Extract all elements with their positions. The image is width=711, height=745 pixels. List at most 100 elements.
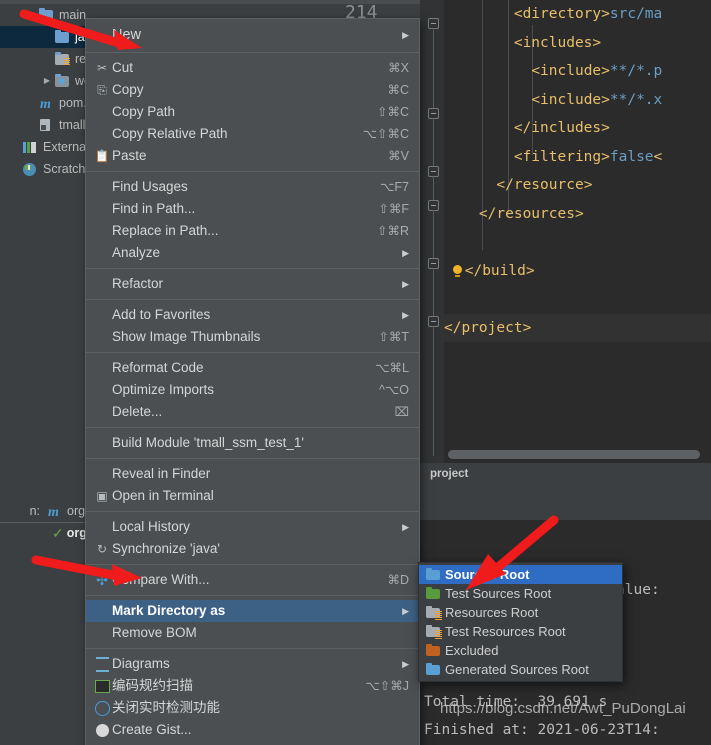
menu-item-diagrams[interactable]: Diagrams ▶ xyxy=(86,653,419,675)
menu-item-label: Reveal in Finder xyxy=(112,466,211,481)
submenu-item-test-resources-root[interactable]: Test Resources Root xyxy=(419,622,622,641)
code-line: <include>**/*.x xyxy=(444,86,711,115)
test-resources-root-folder-icon xyxy=(423,624,445,640)
menu-item-cut[interactable]: ✂ Cut ⌘X xyxy=(86,57,419,79)
menu-item-reveal-in-finder[interactable]: Reveal in Finder xyxy=(86,463,419,485)
context-menu[interactable]: New ▶ ✂ Cut ⌘X ⎘ Copy ⌘C Copy Path ⇧⌘C Copy Relati… xyxy=(85,18,420,745)
compare-icon: ✣ xyxy=(96,572,108,588)
fold-guide xyxy=(433,176,434,200)
libraries-icon xyxy=(22,139,38,155)
maven-panel-label: n: xyxy=(29,504,40,518)
code-line: </project> xyxy=(444,314,711,343)
menu-item-label: Paste xyxy=(112,148,147,163)
menu-item-label: Copy xyxy=(112,82,144,97)
chevron-right-icon: ▶ xyxy=(402,606,409,616)
code-token: <include> xyxy=(531,91,610,108)
chevron-right-icon: ▶ xyxy=(402,659,409,669)
menu-item-new[interactable]: New ▶ xyxy=(86,22,419,48)
menu-item-open-in-terminal[interactable]: ▣ Open in Terminal xyxy=(86,485,419,507)
submenu-item-excluded[interactable]: Excluded xyxy=(419,641,622,660)
mark-directory-as-submenu[interactable]: Sources Root Test Sources Root Resources R… xyxy=(418,562,623,682)
menu-item-find-usages[interactable]: Find Usages ⌥F7 xyxy=(86,176,419,198)
menu-item-关闭实时检测功能[interactable]: 关闭实时检测功能 xyxy=(86,697,419,719)
editor-hscrollbar-thumb[interactable] xyxy=(448,450,700,459)
submenu-item-generated-sources-root[interactable]: Generated Sources Root xyxy=(419,660,622,679)
menu-item-shortcut: ⌥⇧⌘J xyxy=(365,679,409,693)
submenu-item-test-sources-root[interactable]: Test Sources Root xyxy=(419,584,622,603)
menu-item-local-history[interactable]: Local History ▶ xyxy=(86,516,419,538)
code-token: < xyxy=(653,148,663,165)
menu-item-show-image-thumbnails[interactable]: Show Image Thumbnails ⇧⌘T xyxy=(86,326,419,348)
menu-item-编码规约扫描[interactable]: 编码规约扫描 ⌥⇧⌘J xyxy=(86,675,419,697)
menu-item-copy[interactable]: ⎘ Copy ⌘C xyxy=(86,79,419,101)
menu-item-label: Copy Relative Path xyxy=(112,126,228,141)
disable-icon xyxy=(92,700,112,716)
menu-item-optimize-imports[interactable]: Optimize Imports ^⌥O xyxy=(86,379,419,401)
editor-breadcrumb[interactable]: project xyxy=(420,463,711,485)
code-line: </build> xyxy=(444,257,711,286)
menu-separator xyxy=(86,171,419,172)
web-folder-icon xyxy=(54,73,70,89)
code-token: </resources> xyxy=(478,205,584,222)
menu-separator xyxy=(86,458,419,459)
submenu-item-label: Generated Sources Root xyxy=(445,662,589,677)
submenu-item-sources-root[interactable]: Sources Root xyxy=(419,565,622,584)
menu-item-build-module-tmall-ssm-test-1[interactable]: Build Module 'tmall_ssm_test_1' xyxy=(86,432,419,454)
menu-item-shortcut: ⇧⌘F xyxy=(378,202,409,216)
code-line: <includes> xyxy=(444,29,711,58)
code-line: </resource> xyxy=(444,171,711,200)
menu-item-delete[interactable]: Delete... ⌧ xyxy=(86,401,419,423)
fold-guide xyxy=(433,118,434,166)
menu-item-refactor[interactable]: Refactor ▶ xyxy=(86,273,419,295)
console-line: Finished at: 2021-06-23T14: xyxy=(424,722,660,738)
menu-item-label: Delete... xyxy=(112,404,163,419)
menu-item-create-gist[interactable]: Create Gist... xyxy=(86,719,419,741)
menu-item-shortcut: ⇧⌘R xyxy=(376,224,409,238)
menu-separator xyxy=(86,52,419,53)
menu-item-paste[interactable]: 📋 Paste ⌘V xyxy=(86,145,419,167)
menu-item-label: Open in Terminal xyxy=(112,488,214,503)
editor-gutter[interactable] xyxy=(420,0,444,485)
code-token: **/*.x xyxy=(609,91,663,108)
excluded-folder-icon xyxy=(423,643,445,659)
menu-item-reformat-code[interactable]: Reformat Code ⌥⌘L xyxy=(86,357,419,379)
menu-item-mark-directory-as[interactable]: Mark Directory as ▶ xyxy=(86,600,419,622)
diagram-icon xyxy=(92,656,112,672)
twisty-expanded-icon[interactable]: ▼ xyxy=(24,4,38,26)
menu-item-compare-with[interactable]: ✣ Compare With... ⌘D xyxy=(86,569,419,591)
submenu-item-resources-root[interactable]: Resources Root xyxy=(419,603,622,622)
code-editor[interactable]: <directory>src/ma <includes> <include>**… xyxy=(420,0,711,485)
menu-item-replace-in-path[interactable]: Replace in Path... ⇧⌘R xyxy=(86,220,419,242)
code-line: <directory>src/ma xyxy=(444,0,711,29)
terminal-icon: ▣ xyxy=(96,489,108,503)
menu-item-add-to-favorites[interactable]: Add to Favorites ▶ xyxy=(86,304,419,326)
menu-item-analyze[interactable]: Analyze ▶ xyxy=(86,242,419,264)
menu-item-label: Local History xyxy=(112,519,191,534)
resources-folder-icon xyxy=(54,51,70,67)
menu-item-shortcut: ⇧⌘C xyxy=(376,105,409,119)
menu-separator xyxy=(86,511,419,512)
menu-item-copy-path[interactable]: Copy Path ⇧⌘C xyxy=(86,101,419,123)
intention-bulb-icon[interactable] xyxy=(452,265,462,277)
code-token: </project> xyxy=(444,319,532,336)
menu-item-label: Compare With... xyxy=(112,572,210,587)
copy-icon: ⎘ xyxy=(97,83,107,97)
menu-item-label: Refactor xyxy=(112,276,164,291)
submenu-item-label: Test Sources Root xyxy=(445,586,552,601)
menu-item-find-in-path[interactable]: Find in Path... ⇧⌘F xyxy=(86,198,419,220)
menu-separator xyxy=(86,299,419,300)
editor-code-area[interactable]: <directory>src/ma <includes> <include>**… xyxy=(444,0,711,342)
code-line: </includes> xyxy=(444,114,711,143)
menu-item-label: Cut xyxy=(112,60,134,75)
menu-item-label: 编码规约扫描 xyxy=(112,678,193,693)
menu-item-remove-bom[interactable]: Remove BOM xyxy=(86,622,419,644)
code-line: <include>**/*.p xyxy=(444,57,711,86)
menu-item-shortcut: ⌥⇧⌘C xyxy=(362,127,409,141)
code-token: src/ma xyxy=(609,6,663,22)
menu-item-synchronize-java[interactable]: ↻ Synchronize 'java' xyxy=(86,538,419,560)
twisty-collapsed-icon[interactable]: ▶ xyxy=(40,70,54,92)
menu-item-copy-relative-path[interactable]: Copy Relative Path ⌥⇧⌘C xyxy=(86,123,419,145)
menu-item-label: Replace in Path... xyxy=(112,223,219,238)
test-sources-root-folder-icon xyxy=(423,586,445,602)
panel-separator xyxy=(0,522,88,523)
